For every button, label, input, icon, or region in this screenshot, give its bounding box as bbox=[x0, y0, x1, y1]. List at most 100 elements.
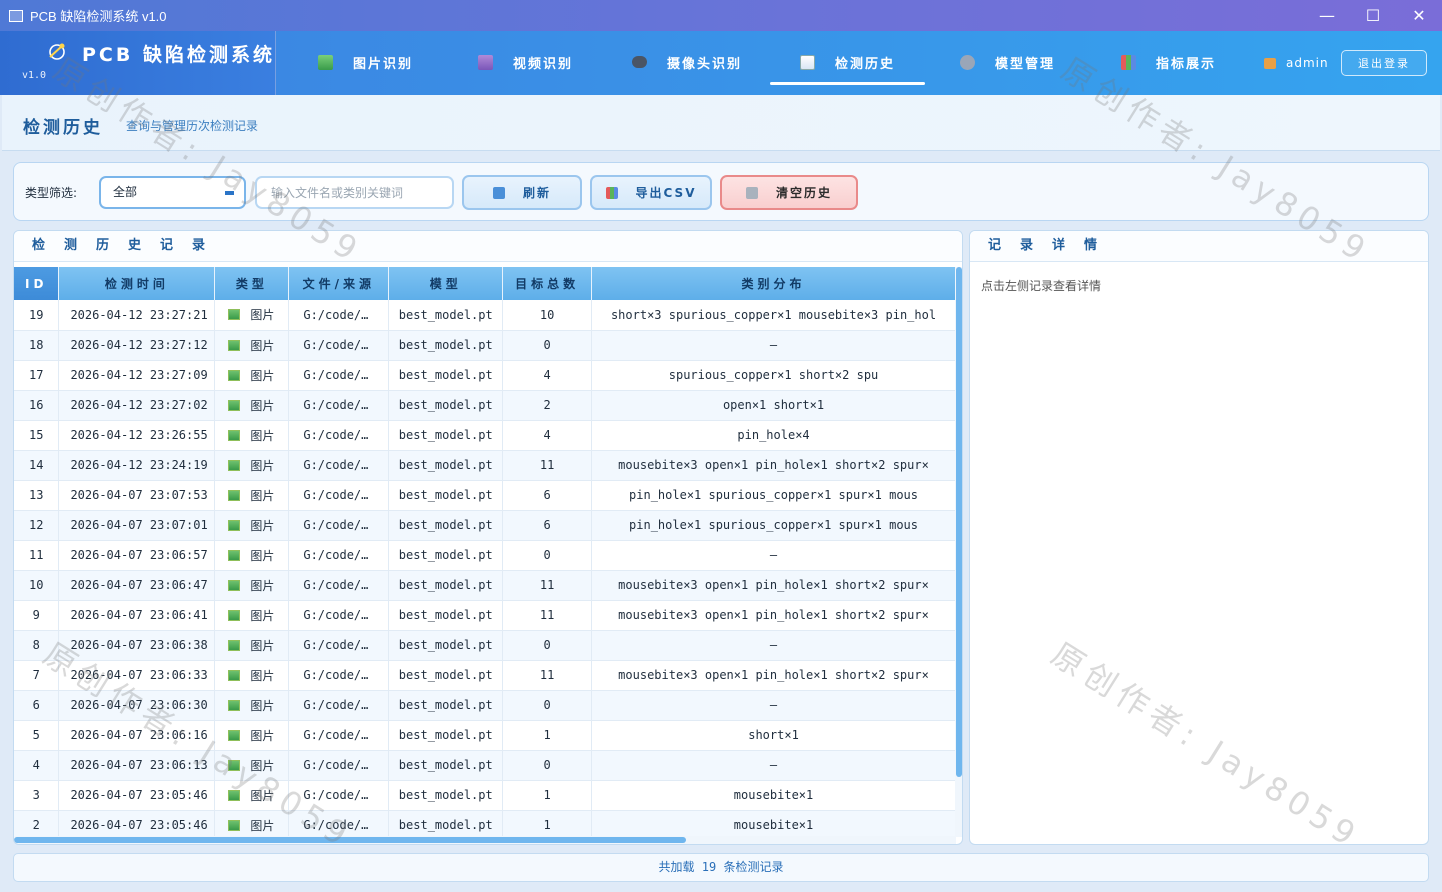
maximize-button[interactable]: ☐ bbox=[1350, 0, 1396, 31]
image-icon bbox=[228, 639, 241, 651]
table-row[interactable]: 10 2026-04-07 23:06:47 图片 G:/code/… best_mod… bbox=[14, 570, 956, 601]
image-icon bbox=[228, 729, 241, 741]
column-header-type[interactable]: 类型 bbox=[214, 267, 290, 300]
table-row[interactable]: 12 2026-04-07 23:07:01 图片 G:/code/… best_mod… bbox=[14, 510, 956, 541]
table-row[interactable]: 11 2026-04-07 23:06:57 图片 G:/code/… best_mod… bbox=[14, 540, 956, 571]
horizontal-scrollbar[interactable] bbox=[14, 836, 956, 844]
cell-model: best_model.pt bbox=[388, 330, 504, 361]
cell-type: 图片 bbox=[214, 780, 290, 811]
table-row[interactable]: 8 2026-04-07 23:06:38 图片 G:/code/… best_mode… bbox=[14, 630, 956, 661]
cell-total: 1 bbox=[502, 810, 593, 837]
export-label: 导出CSV bbox=[635, 186, 697, 200]
dropdown-icon bbox=[225, 191, 234, 195]
type-filter-value: 全部 bbox=[113, 185, 138, 199]
cell-model: best_model.pt bbox=[388, 660, 504, 691]
table-row[interactable]: 19 2026-04-12 23:27:21 图片 G:/code/… best_mod… bbox=[14, 300, 956, 331]
table-row[interactable]: 14 2026-04-12 23:24:19 图片 G:/code/… best_mod… bbox=[14, 450, 956, 481]
cell-id: 9 bbox=[14, 600, 60, 631]
column-header-id[interactable]: ID bbox=[14, 267, 60, 300]
clear-history-button[interactable]: 清空历史 bbox=[720, 175, 858, 210]
column-header-total[interactable]: 目标总数 bbox=[502, 267, 593, 300]
cell-total: 11 bbox=[502, 660, 593, 691]
gear-icon bbox=[960, 54, 975, 70]
page-title: 检测历史 bbox=[23, 118, 103, 138]
cell-source: G:/code/… bbox=[288, 330, 390, 361]
cell-source: G:/code/… bbox=[288, 360, 390, 391]
table-row[interactable]: 4 2026-04-07 23:06:13 图片 G:/code/… best_mode… bbox=[14, 750, 956, 781]
cell-distribution: — bbox=[591, 690, 956, 721]
table-row[interactable]: 5 2026-04-07 23:06:16 图片 G:/code/… best_mode… bbox=[14, 720, 956, 751]
horizontal-scroll-thumb[interactable] bbox=[14, 837, 686, 843]
nav-item-camera-recognition[interactable]: 摄像头识别 bbox=[632, 47, 742, 77]
search-input[interactable] bbox=[255, 176, 454, 209]
cell-distribution: — bbox=[591, 540, 956, 571]
table-row[interactable]: 16 2026-04-12 23:27:02 图片 G:/code/… best_mod… bbox=[14, 390, 956, 421]
nav-item-metrics[interactable]: 指标展示 bbox=[1121, 47, 1216, 77]
records-panel-title: 检测历史记录 bbox=[14, 231, 962, 262]
nav-item-video-recognition[interactable]: 视频识别 bbox=[478, 47, 573, 77]
nav-item-model-management[interactable]: 模型管理 bbox=[960, 47, 1055, 77]
cell-id: 13 bbox=[14, 480, 60, 511]
cell-time: 2026-04-07 23:06:13 bbox=[58, 750, 216, 781]
brand-name: PCB 缺陷检测系统 bbox=[82, 44, 275, 66]
table-row[interactable]: 7 2026-04-07 23:06:33 图片 G:/code/… best_mode… bbox=[14, 660, 956, 691]
refresh-icon bbox=[492, 186, 505, 199]
table-row[interactable]: 2 2026-04-07 23:05:46 图片 G:/code/… best_mode… bbox=[14, 810, 956, 837]
cell-time: 2026-04-12 23:27:21 bbox=[58, 300, 216, 331]
cell-distribution: pin_hole×1 spurious_copper×1 spur×1 mous bbox=[591, 480, 956, 511]
cell-model: best_model.pt bbox=[388, 390, 504, 421]
table-row[interactable]: 18 2026-04-12 23:27:12 图片 G:/code/… best_mod… bbox=[14, 330, 956, 361]
type-label: 图片 bbox=[250, 638, 275, 653]
type-filter-select[interactable]: 全部 bbox=[99, 176, 246, 209]
cell-total: 2 bbox=[502, 390, 593, 421]
image-icon bbox=[228, 369, 241, 381]
type-label: 图片 bbox=[250, 398, 275, 413]
type-label: 图片 bbox=[250, 338, 275, 353]
table-row[interactable]: 15 2026-04-12 23:26:55 图片 G:/code/… best_mod… bbox=[14, 420, 956, 451]
logout-button[interactable]: 退出登录 bbox=[1341, 50, 1427, 76]
cell-type: 图片 bbox=[214, 450, 290, 481]
video-icon bbox=[478, 54, 493, 70]
table-row[interactable]: 13 2026-04-07 23:07:53 图片 G:/code/… best_mod… bbox=[14, 480, 956, 511]
status-footer: 共加载 19 条检测记录 bbox=[13, 853, 1429, 882]
image-icon bbox=[228, 789, 241, 801]
table-row[interactable]: 17 2026-04-12 23:27:09 图片 G:/code/… best_mod… bbox=[14, 360, 956, 391]
vertical-scrollbar[interactable] bbox=[955, 267, 962, 837]
refresh-button[interactable]: 刷新 bbox=[462, 175, 582, 210]
cell-id: 16 bbox=[14, 390, 60, 421]
column-header-model[interactable]: 模型 bbox=[388, 267, 504, 300]
cell-source: G:/code/… bbox=[288, 720, 390, 751]
table-row[interactable]: 6 2026-04-07 23:06:30 图片 G:/code/… best_mode… bbox=[14, 690, 956, 721]
image-icon bbox=[318, 54, 333, 70]
vertical-scroll-thumb[interactable] bbox=[956, 267, 962, 777]
cell-total: 6 bbox=[502, 510, 593, 541]
table-row[interactable]: 3 2026-04-07 23:05:46 图片 G:/code/… best_mode… bbox=[14, 780, 956, 811]
minimize-button[interactable]: — bbox=[1304, 0, 1350, 31]
table-row[interactable]: 9 2026-04-07 23:06:41 图片 G:/code/… best_mode… bbox=[14, 600, 956, 631]
username: admin bbox=[1286, 56, 1329, 70]
top-navbar: PCB 缺陷检测系统 v1.0 图片识别 视频识别 摄像头识别 检测历史 模型管… bbox=[0, 31, 1442, 95]
cell-source: G:/code/… bbox=[288, 570, 390, 601]
cell-time: 2026-04-07 23:07:53 bbox=[58, 480, 216, 511]
nav-item-history[interactable]: 检测历史 bbox=[769, 47, 926, 85]
cell-type: 图片 bbox=[214, 330, 290, 361]
column-header-time[interactable]: 检测时间 bbox=[58, 267, 216, 300]
column-header-source[interactable]: 文件/来源 bbox=[288, 267, 390, 300]
type-label: 图片 bbox=[250, 728, 275, 743]
cell-source: G:/code/… bbox=[288, 510, 390, 541]
column-header-distribution[interactable]: 类别分布 bbox=[591, 267, 956, 300]
close-button[interactable]: ✕ bbox=[1396, 0, 1442, 31]
cell-total: 4 bbox=[502, 420, 593, 451]
brand-block: PCB 缺陷检测系统 v1.0 bbox=[0, 31, 276, 95]
nav-item-image-recognition[interactable]: 图片识别 bbox=[318, 47, 413, 77]
export-csv-button[interactable]: 导出CSV bbox=[590, 175, 712, 210]
cell-source: G:/code/… bbox=[288, 420, 390, 451]
cell-total: 6 bbox=[502, 480, 593, 511]
cell-distribution: pin_hole×4 bbox=[591, 420, 956, 451]
cell-time: 2026-04-07 23:06:38 bbox=[58, 630, 216, 661]
cell-time: 2026-04-12 23:24:19 bbox=[58, 450, 216, 481]
cell-id: 4 bbox=[14, 750, 60, 781]
cell-type: 图片 bbox=[214, 360, 290, 391]
cell-model: best_model.pt bbox=[388, 750, 504, 781]
cell-model: best_model.pt bbox=[388, 600, 504, 631]
